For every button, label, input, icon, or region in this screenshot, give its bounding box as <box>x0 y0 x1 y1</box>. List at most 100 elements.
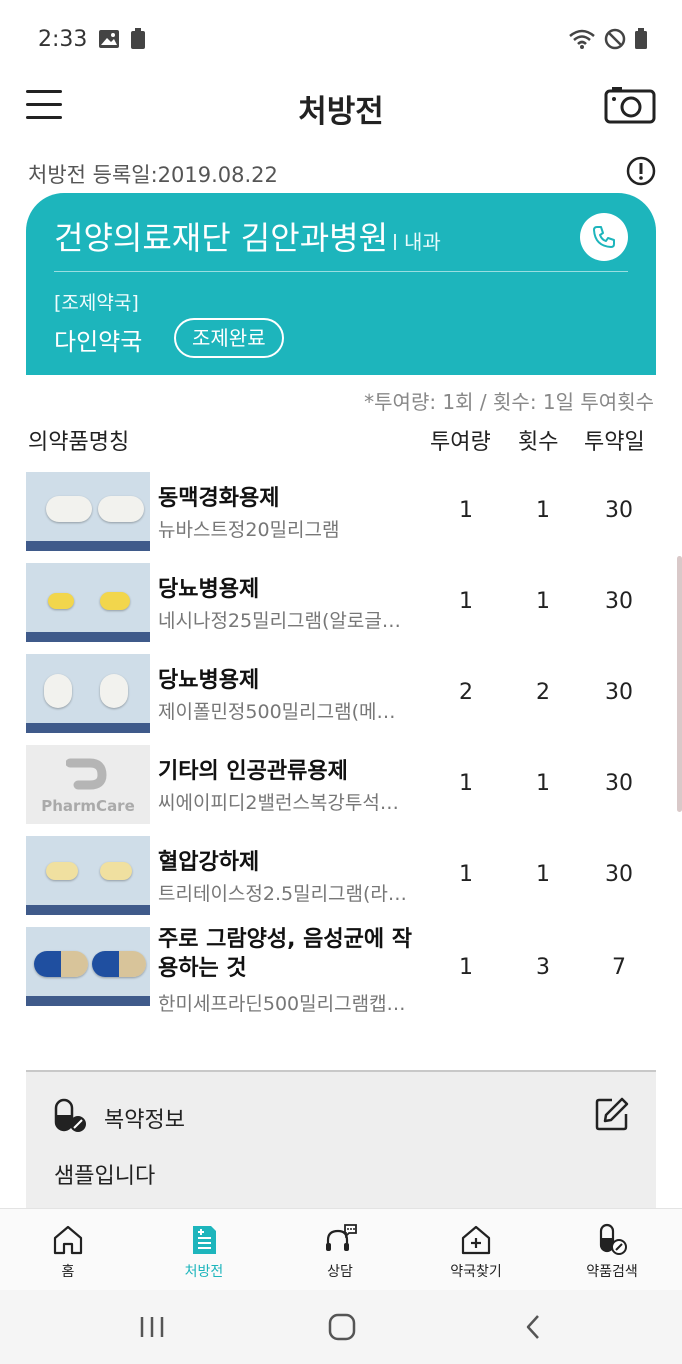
pharmacy-name: 다인약국 <box>54 328 143 356</box>
drug-frequency: 2 <box>536 680 550 705</box>
scrollbar[interactable] <box>677 556 682 812</box>
edit-icon <box>595 1097 629 1131</box>
medication-info-text: 샘플입니다 <box>54 1164 156 1189</box>
drug-days: 30 <box>605 498 633 523</box>
call-button[interactable] <box>580 213 628 261</box>
home-circle-icon <box>328 1313 356 1341</box>
drug-list: 동맥경화용제 뉴바스트정20밀리그램 1 1 30 당뇨병용제 네시나정25밀리… <box>26 472 656 1027</box>
recent-apps-button[interactable] <box>132 1310 172 1344</box>
drug-thumbnail <box>26 563 150 642</box>
drug-thumbnail <box>26 927 150 1006</box>
home-button[interactable] <box>322 1310 362 1344</box>
drug-name: 씨에이피디2밸런스복강투석… <box>158 792 399 814</box>
drug-frequency: 1 <box>536 589 550 614</box>
system-nav-bar <box>0 1290 682 1364</box>
nav-label: 상담 <box>327 1264 353 1280</box>
nav-prescription[interactable]: 처방전 <box>136 1209 272 1291</box>
hospital-card: 건양의료재단 김안과병원 내과 [조제약국] 다인약국 조제완료 <box>26 193 656 375</box>
nav-label: 처방전 <box>184 1264 224 1280</box>
drug-name: 뉴바스트정20밀리그램 <box>158 519 340 541</box>
drug-category: 기타의 인공관류용제 <box>158 759 348 784</box>
drug-days: 30 <box>605 862 633 887</box>
drug-row[interactable]: 동맥경화용제 뉴바스트정20밀리그램 1 1 30 <box>26 472 656 563</box>
drug-frequency: 1 <box>536 862 550 887</box>
nav-consult[interactable]: 상담 <box>272 1209 408 1291</box>
battery-icon <box>635 28 647 49</box>
nav-label: 약국찾기 <box>450 1264 502 1280</box>
header-dose: 투여량 <box>430 430 491 455</box>
camera-icon <box>604 87 656 124</box>
page-title: 처방전 <box>298 94 384 130</box>
status-time: 2:33 <box>38 27 88 52</box>
drug-name: 제이폴민정500밀리그램(메… <box>158 701 396 723</box>
drug-thumbnail: PharmCare <box>26 745 150 824</box>
header-days: 투약일 <box>584 430 645 455</box>
app-bar: 처방전 <box>0 80 682 136</box>
camera-button[interactable] <box>604 86 656 124</box>
info-button[interactable] <box>626 156 656 186</box>
dose-note: *투여량: 1회 / 횟수: 1일 투여횟수 <box>364 390 654 414</box>
medication-info-section: 복약정보 샘플입니다 <box>26 1070 656 1220</box>
pharmcare-logo-text: PharmCare <box>41 797 135 815</box>
hospital-name: 건양의료재단 김안과병원 내과 <box>54 219 441 257</box>
drug-category: 당뇨병용제 <box>158 577 260 602</box>
back-button[interactable] <box>514 1310 554 1344</box>
nav-home[interactable]: 홈 <box>0 1209 136 1291</box>
drug-category: 혈압강하제 <box>158 850 260 875</box>
medication-info-title: 복약정보 <box>104 1108 185 1133</box>
bottom-nav: 홈 처방전 상담 약국찾기 약품검색 <box>0 1208 682 1290</box>
info-icon <box>626 156 656 186</box>
nav-label: 약품검색 <box>586 1264 638 1280</box>
header-frequency: 횟수 <box>518 430 559 455</box>
status-bar: 2:33 <box>0 0 682 80</box>
drug-days: 30 <box>605 771 633 796</box>
drug-days: 30 <box>605 680 633 705</box>
card-divider <box>54 271 628 272</box>
recent-apps-icon <box>140 1317 164 1337</box>
drug-row[interactable]: 당뇨병용제 네시나정25밀리그램(알로글… 1 1 30 <box>26 563 656 654</box>
drug-search-icon <box>599 1223 627 1255</box>
wifi-icon <box>569 29 595 49</box>
drug-thumbnail <box>26 472 150 551</box>
gallery-icon <box>99 30 119 48</box>
drug-frequency: 1 <box>536 498 550 523</box>
drug-thumbnail <box>26 836 150 915</box>
drug-dose: 1 <box>459 771 473 796</box>
pharmacy-find-icon <box>461 1225 491 1255</box>
registration-row: 처방전 등록일:2019.08.22 <box>28 156 656 188</box>
consult-icon <box>326 1224 357 1251</box>
drug-dose: 2 <box>459 680 473 705</box>
drug-dose: 1 <box>459 589 473 614</box>
drug-name: 한미세프라딘500밀리그램캡… <box>158 993 406 1015</box>
drug-name: 트리테이스정2.5밀리그램(라… <box>158 883 407 905</box>
drug-frequency: 1 <box>536 771 550 796</box>
drug-thumbnail <box>26 654 150 733</box>
drug-category: 동맥경화용제 <box>158 486 280 511</box>
back-icon <box>526 1315 539 1339</box>
drug-row[interactable]: 당뇨병용제 제이폴민정500밀리그램(메… 2 2 30 <box>26 654 656 745</box>
nav-find-pharmacy[interactable]: 약국찾기 <box>408 1209 544 1291</box>
nav-drug-search[interactable]: 약품검색 <box>544 1209 680 1291</box>
drug-category: 주로 그람양성, 음성균에 작용하는 것 <box>158 927 412 981</box>
drug-category: 당뇨병용제 <box>158 668 260 693</box>
drug-days: 7 <box>612 955 626 980</box>
dispense-status-badge: 조제완료 <box>174 318 284 358</box>
edit-button[interactable] <box>594 1096 630 1132</box>
drug-row[interactable]: PharmCare 기타의 인공관류용제 씨에이피디2밸런스복강투석… 1 1 … <box>26 745 656 836</box>
drug-dose: 1 <box>459 955 473 980</box>
do-not-disturb-icon <box>604 28 626 50</box>
battery-saver-icon <box>131 28 145 49</box>
drug-frequency: 3 <box>536 955 550 980</box>
drug-row[interactable]: 주로 그람양성, 음성균에 작용하는 것 한미세프라딘500밀리그램캡… 1 3… <box>26 927 656 1027</box>
drug-dose: 1 <box>459 862 473 887</box>
pharmcare-logo-icon <box>66 758 107 790</box>
drug-days: 30 <box>605 589 633 614</box>
prescription-icon <box>193 1226 216 1254</box>
phone-icon <box>593 226 615 248</box>
registration-date: 처방전 등록일:2019.08.22 <box>28 163 278 187</box>
home-icon <box>53 1225 83 1255</box>
pharmacy-label: [조제약국] <box>54 292 139 314</box>
drug-name: 네시나정25밀리그램(알로글… <box>158 610 401 632</box>
drug-row[interactable]: 혈압강하제 트리테이스정2.5밀리그램(라… 1 1 30 <box>26 836 656 927</box>
drug-dose: 1 <box>459 498 473 523</box>
